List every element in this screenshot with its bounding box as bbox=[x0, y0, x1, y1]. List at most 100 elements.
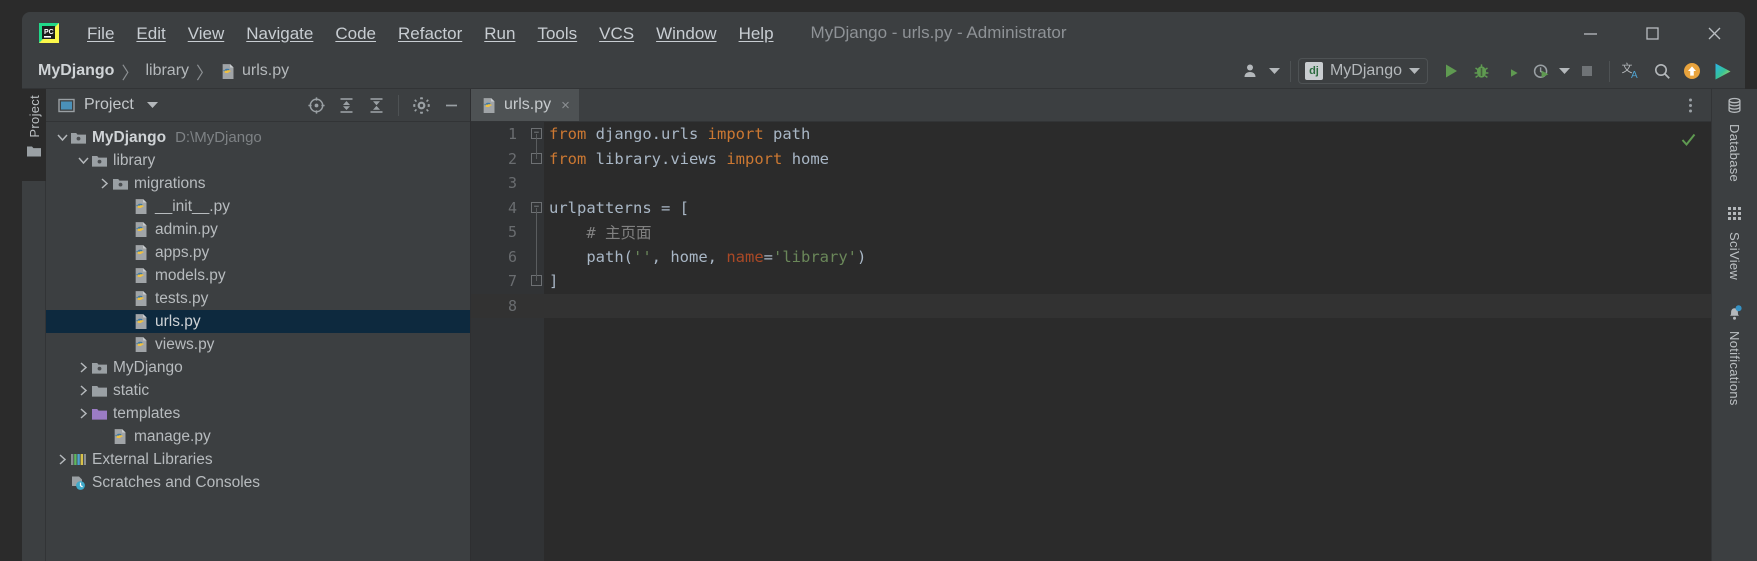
scratches-icon bbox=[70, 475, 88, 491]
python-file-icon bbox=[133, 267, 150, 284]
run-button[interactable] bbox=[1436, 57, 1466, 85]
chevron-right-icon[interactable] bbox=[96, 178, 112, 189]
chevron-right-icon[interactable] bbox=[75, 408, 91, 419]
tree-item-label: views.py bbox=[155, 335, 215, 353]
chevron-right-icon[interactable] bbox=[75, 385, 91, 396]
tree-item-mydjango[interactable]: MyDjango D:\MyDjango bbox=[46, 126, 470, 149]
navigation-bar: MyDjango 〉 library 〉 urls.py dj MyDjango… bbox=[22, 54, 1745, 89]
sidebar-item-project[interactable]: Project bbox=[22, 89, 46, 181]
code-line[interactable]: 1−from django.urls import path bbox=[471, 122, 1711, 147]
tree-item-label: library bbox=[113, 151, 156, 169]
code-line[interactable]: 2 from library.views import home bbox=[471, 147, 1711, 172]
tree-item-apps-py[interactable]: apps.py bbox=[46, 241, 470, 264]
menu-help[interactable]: Help bbox=[728, 22, 785, 45]
menu-file[interactable]: File bbox=[76, 22, 125, 45]
tree-item-migrations[interactable]: migrations bbox=[46, 172, 470, 195]
django-badge-icon: dj bbox=[1304, 62, 1323, 80]
translate-icon[interactable]: 文 A bbox=[1617, 57, 1647, 85]
user-settings-icon[interactable] bbox=[1237, 57, 1267, 85]
menu-vcs[interactable]: VCS bbox=[588, 22, 645, 45]
tree-item-label: tests.py bbox=[155, 289, 209, 307]
navbar-actions: dj MyDjango 文 A bbox=[1237, 57, 1737, 85]
breadcrumb-item-library[interactable]: library bbox=[145, 62, 189, 80]
menu-edit[interactable]: Edit bbox=[125, 22, 176, 45]
stop-button[interactable] bbox=[1572, 57, 1602, 85]
hide-panel-icon[interactable] bbox=[436, 91, 466, 119]
project-panel-toolbar bbox=[301, 91, 466, 119]
tree-item-label: manage.py bbox=[134, 427, 211, 445]
maximize-icon[interactable] bbox=[1621, 12, 1683, 54]
tree-item-static[interactable]: static bbox=[46, 379, 470, 402]
chevron-down-icon[interactable] bbox=[75, 156, 91, 165]
python-file-icon bbox=[133, 244, 151, 261]
close-icon[interactable] bbox=[1683, 12, 1745, 54]
menu-refactor[interactable]: Refactor bbox=[387, 22, 473, 45]
chevron-right-icon[interactable] bbox=[75, 362, 91, 373]
menu-view[interactable]: View bbox=[177, 22, 236, 45]
code-line[interactable]: 7] bbox=[471, 269, 1711, 294]
tree-item-urls-py[interactable]: urls.py bbox=[46, 310, 470, 333]
code-editor[interactable]: 1−from django.urls import path 2 from libr… bbox=[471, 122, 1711, 561]
tree-item-models-py[interactable]: models.py bbox=[46, 264, 470, 287]
python-file-icon bbox=[133, 336, 151, 353]
chevron-right-icon[interactable] bbox=[54, 454, 70, 465]
code-content[interactable]: 1−from django.urls import path 2 from libr… bbox=[471, 122, 1711, 561]
close-icon[interactable]: × bbox=[561, 97, 570, 114]
project-panel-title: Project bbox=[84, 96, 134, 113]
code-line[interactable]: 3 bbox=[471, 171, 1711, 196]
more-vertical-icon[interactable] bbox=[1675, 92, 1705, 120]
project-tree[interactable]: MyDjango D:\MyDjango library migrations __in… bbox=[46, 122, 470, 561]
tree-item-admin-py[interactable]: admin.py bbox=[46, 218, 470, 241]
menu-run-label: Run bbox=[484, 23, 516, 43]
tree-item-mydjango[interactable]: MyDjango bbox=[46, 356, 470, 379]
tree-item-library[interactable]: library bbox=[46, 149, 470, 172]
code-line[interactable]: 4−urlpatterns = [ bbox=[471, 196, 1711, 221]
profile-button[interactable] bbox=[1526, 57, 1556, 85]
code-line[interactable]: 8 bbox=[471, 293, 1711, 318]
sidebar-item-sciview[interactable]: SciView bbox=[1727, 206, 1743, 280]
colorful-play-icon[interactable] bbox=[1707, 57, 1737, 85]
menu-code[interactable]: Code bbox=[324, 22, 387, 45]
tree-item-manage-py[interactable]: manage.py bbox=[46, 425, 470, 448]
tree-item-tests-py[interactable]: tests.py bbox=[46, 287, 470, 310]
tree-item-label: Scratches and Consoles bbox=[92, 473, 261, 491]
right-rail-label-database: Database bbox=[1727, 124, 1742, 183]
folder-module-icon bbox=[112, 176, 129, 192]
search-icon[interactable] bbox=[1647, 57, 1677, 85]
tree-item-external-libraries[interactable]: External Libraries bbox=[46, 448, 470, 471]
breadcrumb-item-file[interactable]: urls.py bbox=[220, 62, 289, 80]
tree-item-scratches-and-consoles[interactable]: Scratches and Consoles bbox=[46, 471, 470, 494]
breadcrumb-item-project[interactable]: MyDjango bbox=[38, 62, 114, 80]
tab-urls-py[interactable]: urls.py × bbox=[471, 89, 579, 121]
settings-gear-icon[interactable] bbox=[406, 91, 436, 119]
run-configuration-selector[interactable]: dj MyDjango bbox=[1297, 58, 1428, 84]
folder-module-icon bbox=[91, 153, 109, 169]
code-line[interactable]: 6 path('', home, name='library') bbox=[471, 245, 1711, 270]
menu-run[interactable]: Run bbox=[473, 22, 526, 45]
select-opened-file-icon[interactable] bbox=[301, 91, 331, 119]
tree-item-views-py[interactable]: views.py bbox=[46, 333, 470, 356]
python-file-icon bbox=[133, 267, 151, 284]
code-line[interactable]: 5 # 主页面 bbox=[471, 220, 1711, 245]
sidebar-item-notifications[interactable]: Notifications bbox=[1726, 304, 1743, 406]
user-dropdown-chevron-down-icon[interactable] bbox=[1267, 57, 1283, 85]
menu-window[interactable]: Window bbox=[645, 22, 727, 45]
collapse-all-icon[interactable] bbox=[361, 91, 391, 119]
tree-item-init-py[interactable]: __init__.py bbox=[46, 195, 470, 218]
chevron-down-icon[interactable] bbox=[54, 133, 70, 142]
tree-item-templates[interactable]: templates bbox=[46, 402, 470, 425]
sidebar-item-database[interactable]: Database bbox=[1726, 97, 1743, 182]
folder-icon bbox=[26, 144, 42, 163]
menu-bar[interactable]: File Edit View Navigate Code Refactor Ru… bbox=[76, 12, 785, 54]
menu-tools[interactable]: Tools bbox=[526, 22, 588, 45]
run-with-coverage-button[interactable] bbox=[1496, 57, 1526, 85]
debug-button[interactable] bbox=[1466, 57, 1496, 85]
tree-item-label: urls.py bbox=[155, 312, 201, 330]
python-file-icon bbox=[220, 63, 237, 80]
orange-arrow-up-icon[interactable] bbox=[1677, 57, 1707, 85]
menu-navigate[interactable]: Navigate bbox=[235, 22, 324, 45]
profile-dropdown-chevron-down-icon[interactable] bbox=[1556, 57, 1572, 85]
expand-all-icon[interactable] bbox=[331, 91, 361, 119]
minimize-icon[interactable] bbox=[1559, 12, 1621, 54]
project-panel-chevron-down-icon[interactable] bbox=[146, 101, 158, 109]
